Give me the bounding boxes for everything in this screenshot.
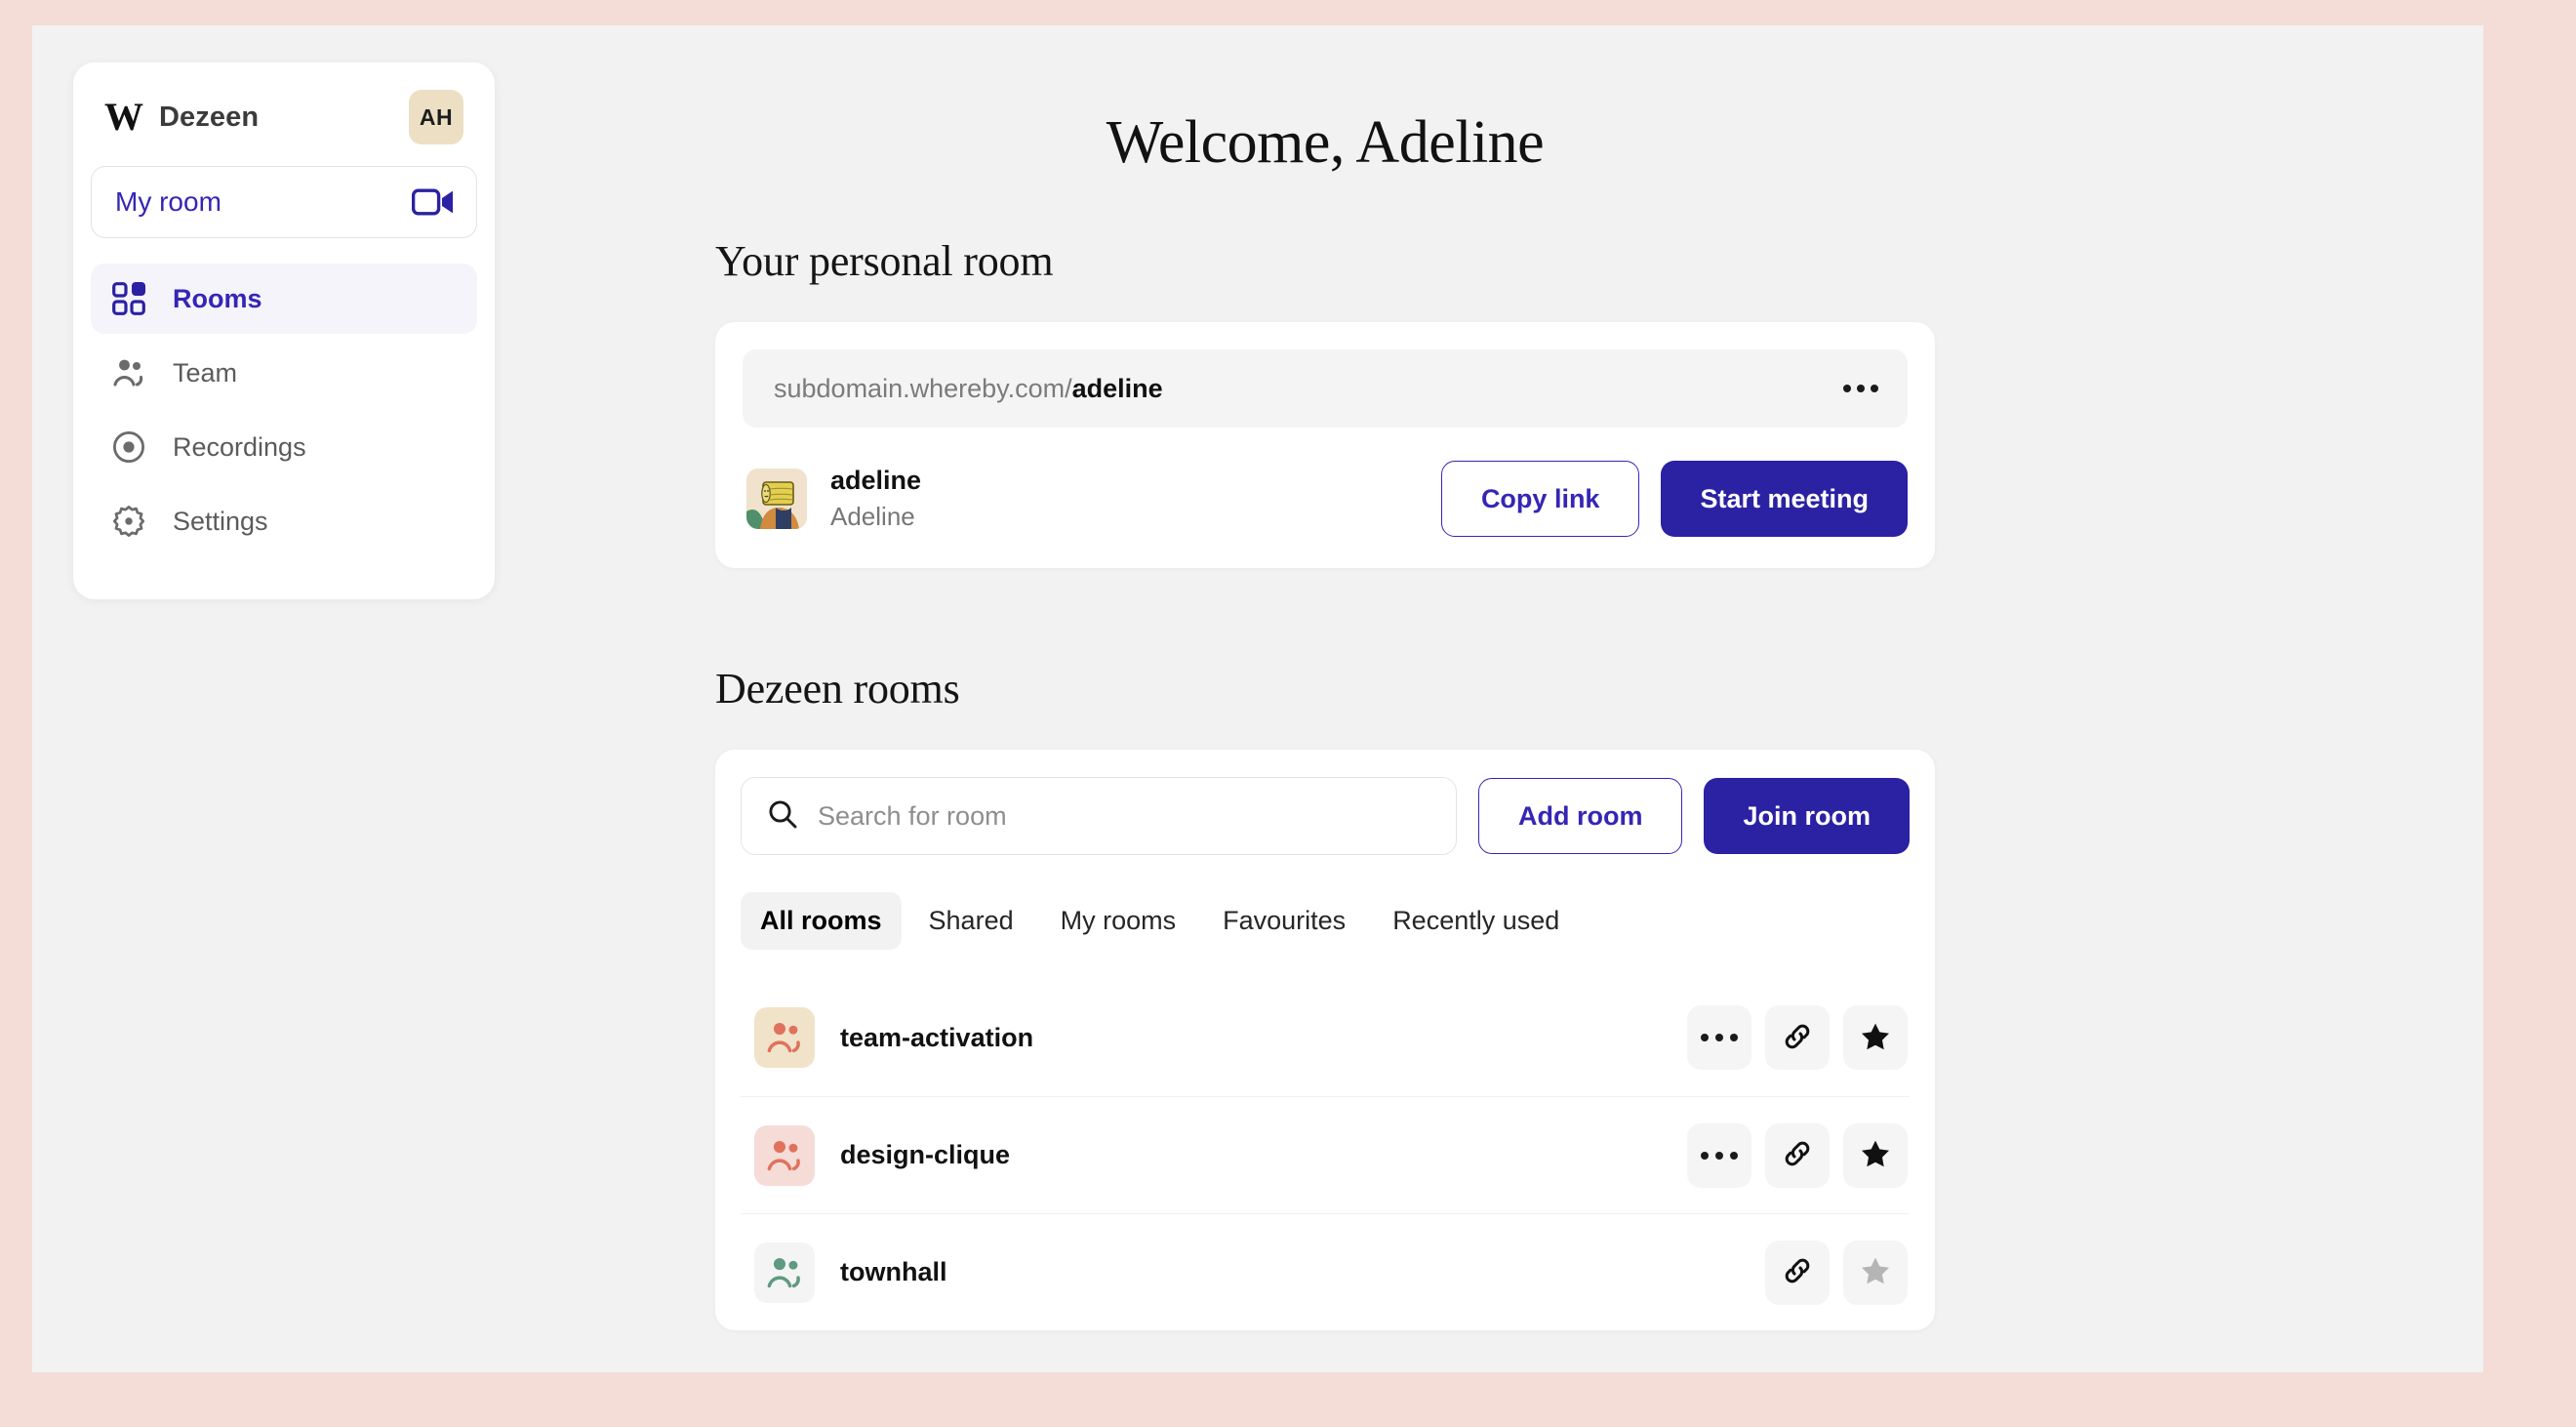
- link-icon: [1782, 1138, 1813, 1172]
- sidebar-item-settings[interactable]: Settings: [91, 486, 477, 556]
- sidebar-item-settings-label: Settings: [173, 506, 268, 536]
- rooms-section: Dezeen rooms Add room Join room: [715, 664, 1935, 1330]
- room-row-actions: [1687, 1005, 1908, 1070]
- ellipsis-icon: [1701, 1151, 1738, 1160]
- ellipsis-icon: [1701, 1034, 1738, 1041]
- room-name: townhall: [840, 1257, 947, 1286]
- tab-my-rooms[interactable]: My rooms: [1041, 892, 1196, 950]
- search-input[interactable]: [818, 800, 1430, 832]
- room-avatar: [754, 1007, 815, 1068]
- star-icon: [1860, 1138, 1891, 1172]
- room-avatar: [754, 1124, 815, 1186]
- start-meeting-button[interactable]: Start meeting: [1661, 461, 1908, 537]
- room-url-more-icon[interactable]: [1843, 385, 1878, 392]
- user-avatar-initials[interactable]: AH: [409, 90, 463, 144]
- room-favourite-button[interactable]: [1843, 1240, 1908, 1305]
- table-row[interactable]: design-clique: [741, 1096, 1910, 1213]
- sidebar-item-team[interactable]: Team: [91, 338, 477, 408]
- page-title: Welcome, Adeline: [1106, 109, 1545, 176]
- people-icon: [112, 356, 151, 389]
- sidebar-nav: Rooms Team Recordings Settings: [91, 264, 477, 556]
- copy-link-button[interactable]: Copy link: [1440, 461, 1640, 537]
- rooms-title: Dezeen rooms: [715, 665, 960, 713]
- personal-room-user-meta: adeline Adeline: [830, 466, 921, 532]
- rooms-toolbar: Add room Join room: [741, 777, 1910, 855]
- join-room-button[interactable]: Join room: [1704, 778, 1910, 854]
- link-icon: [1782, 1021, 1813, 1055]
- room-row-actions: [1687, 1122, 1908, 1188]
- room-name: team-activation: [840, 1022, 1034, 1052]
- star-icon: [1860, 1021, 1891, 1055]
- search-box[interactable]: [741, 777, 1457, 855]
- room-more-button[interactable]: [1687, 1122, 1751, 1188]
- room-copy-link-button[interactable]: [1765, 1240, 1830, 1305]
- personal-room-title: Your personal room: [715, 237, 1054, 285]
- main-content: Welcome, Adeline Your personal room subd…: [715, 25, 1935, 1330]
- brand-row: W Dezeen AH: [91, 90, 477, 144]
- personal-room-user-row: adeline Adeline Copy link Start meeting: [743, 461, 1908, 537]
- table-row[interactable]: townhall: [741, 1213, 1910, 1330]
- room-url-text: subdomain.whereby.com/adeline: [774, 374, 1163, 404]
- sidebar: W Dezeen AH My room Rooms Team Recording…: [73, 62, 495, 599]
- tab-all-rooms[interactable]: All rooms: [741, 892, 902, 950]
- add-room-button[interactable]: Add room: [1477, 778, 1683, 854]
- room-copy-link-button[interactable]: [1765, 1005, 1830, 1070]
- avatar: [746, 469, 807, 529]
- sidebar-item-recordings[interactable]: Recordings: [91, 412, 477, 482]
- sidebar-item-recordings-label: Recordings: [173, 431, 306, 462]
- star-icon: [1860, 1255, 1891, 1289]
- my-room-button[interactable]: My room: [91, 166, 477, 238]
- video-camera-icon: [412, 187, 455, 217]
- personal-room-section: Your personal room subdomain.whereby.com…: [715, 236, 1935, 568]
- room-list: team-activation design-clique townhall: [741, 979, 1910, 1330]
- room-url-bar[interactable]: subdomain.whereby.com/adeline: [743, 349, 1908, 428]
- table-row[interactable]: team-activation: [741, 979, 1910, 1096]
- record-icon: [112, 430, 151, 464]
- tab-shared[interactable]: Shared: [909, 892, 1033, 950]
- gear-icon: [112, 505, 151, 538]
- sidebar-item-team-label: Team: [173, 357, 238, 387]
- room-avatar: [754, 1242, 815, 1303]
- room-name: design-clique: [840, 1140, 1011, 1169]
- search-icon: [767, 798, 798, 835]
- personal-room-actions: Copy link Start meeting: [1440, 461, 1908, 537]
- sidebar-item-rooms-label: Rooms: [173, 283, 262, 313]
- personal-room-card: subdomain.whereby.com/adeline adeline Ad…: [715, 322, 1935, 568]
- my-room-label: My room: [115, 186, 221, 217]
- room-row-actions: [1687, 1240, 1908, 1305]
- rooms-tabs: All rooms Shared My rooms Favourites Rec…: [741, 892, 1910, 958]
- tab-favourites[interactable]: Favourites: [1203, 892, 1365, 950]
- link-icon: [1782, 1255, 1813, 1289]
- room-favourite-button[interactable]: [1843, 1122, 1908, 1188]
- room-url-prefix: subdomain.whereby.com/: [774, 373, 1072, 403]
- room-url-slug: adeline: [1071, 373, 1163, 403]
- room-favourite-button[interactable]: [1843, 1005, 1908, 1070]
- user-handle: adeline: [830, 466, 922, 495]
- grid-icon: [112, 282, 151, 315]
- room-copy-link-button[interactable]: [1765, 1122, 1830, 1188]
- workspace-name: Dezeen: [159, 101, 260, 133]
- app-window: W Dezeen AH My room Rooms Team Recording…: [32, 25, 2483, 1372]
- user-fullname: Adeline: [830, 502, 915, 531]
- tab-recently-used[interactable]: Recently used: [1373, 892, 1579, 950]
- dezeen-logo-icon: W: [104, 95, 143, 139]
- room-more-button[interactable]: [1687, 1005, 1751, 1070]
- room-more-placeholder: [1687, 1241, 1751, 1305]
- sidebar-item-rooms[interactable]: Rooms: [91, 264, 477, 334]
- rooms-card: Add room Join room All rooms Shared My r…: [715, 750, 1935, 1330]
